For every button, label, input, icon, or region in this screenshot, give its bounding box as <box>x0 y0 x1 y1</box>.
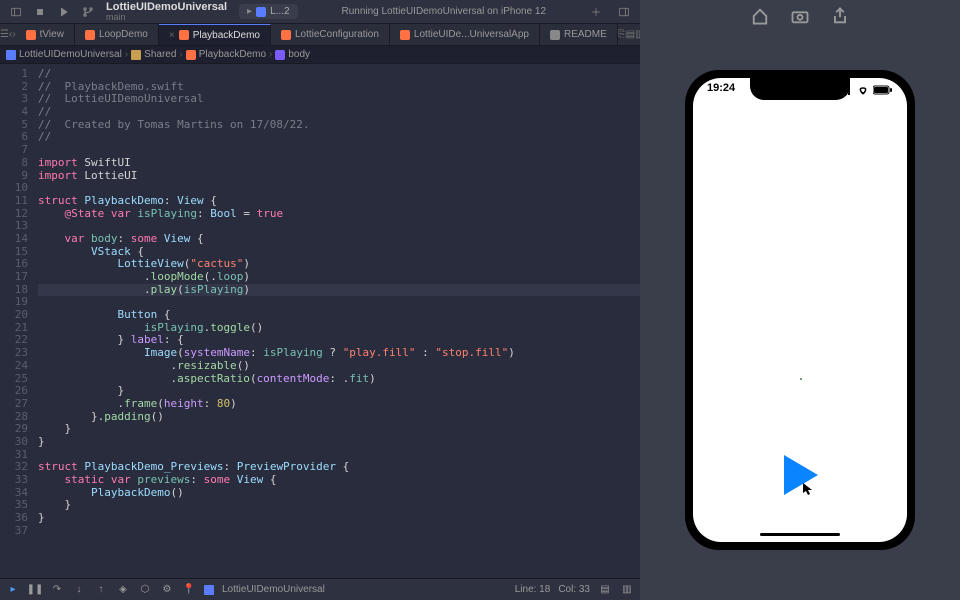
code-line[interactable] <box>38 525 640 538</box>
project-icon <box>6 50 16 60</box>
close-tab-icon[interactable]: × <box>169 30 175 41</box>
tab-label: PlaybackDemo <box>193 30 260 41</box>
branch-name: main <box>106 13 227 22</box>
sidebar-collapse-icon[interactable]: ☰ <box>0 24 9 45</box>
tab-label: LottieUIDe...UniversalApp <box>414 29 529 40</box>
simulator-controls <box>640 6 960 26</box>
debug-bar: ▸ ❚❚ ↷ ↓ ↑ ◈ ⬡ ⚙ 📍 LottieUIDemoUniversal… <box>0 578 640 600</box>
breadcrumb-part[interactable]: PlaybackDemo <box>199 49 266 60</box>
swift-file-icon <box>179 30 189 40</box>
location-icon[interactable]: 📍 <box>182 583 196 597</box>
screenshot-icon[interactable] <box>790 6 810 26</box>
debug-view-icon[interactable]: ◈ <box>116 583 130 597</box>
step-out-icon[interactable]: ↑ <box>94 583 108 597</box>
tab-playbackdemo[interactable]: × PlaybackDemo <box>159 24 271 45</box>
line-gutter: 1234567891011121314151617181920212223242… <box>0 64 34 578</box>
breadcrumb[interactable]: LottieUIDemoUniversal › Shared › Playbac… <box>0 46 640 64</box>
code-line[interactable]: } <box>38 512 640 525</box>
run-button[interactable] <box>54 2 74 22</box>
tab-bar: ☰ ‹ › tViewLoopDemo×PlaybackDemoLottieCo… <box>0 24 640 46</box>
code-content[interactable]: //// PlaybackDemo.swift// LottieUIDemoUn… <box>34 64 640 578</box>
step-into-icon[interactable]: ↓ <box>72 583 86 597</box>
iphone-notch <box>750 78 850 100</box>
filter-icon[interactable]: ▤ <box>598 583 612 597</box>
swift-file-icon <box>400 30 410 40</box>
scheme-label: L...2 <box>270 6 289 17</box>
branch-icon[interactable] <box>78 2 98 22</box>
status-time: 19:24 <box>707 82 735 98</box>
tab-label: README <box>564 29 607 40</box>
code-line[interactable]: // Created by Tomas Martins on 17/08/22. <box>38 119 640 132</box>
stop-button[interactable] <box>30 2 50 22</box>
hide-debug-icon[interactable]: ▸ <box>6 583 20 597</box>
code-line[interactable]: }.padding() <box>38 411 640 424</box>
home-indicator[interactable] <box>760 533 840 536</box>
tab-lottieconfiguration[interactable]: LottieConfiguration <box>271 24 390 45</box>
project-name: LottieUIDemoUniversal <box>106 2 227 13</box>
tab-label: LoopDemo <box>99 29 148 40</box>
share-icon[interactable] <box>830 6 850 26</box>
tab-label: tView <box>40 29 64 40</box>
scheme-selector[interactable]: ▸ L...2 <box>239 4 298 19</box>
breadcrumb-part[interactable]: LottieUIDemoUniversal <box>19 49 122 60</box>
tab-lottieuide-universalapp[interactable]: LottieUIDe...UniversalApp <box>390 24 540 45</box>
toolbar: LottieUIDemoUniversal main ▸ L...2 Runni… <box>0 0 640 24</box>
code-line[interactable]: Image(systemName: isPlaying ? "play.fill… <box>38 347 640 360</box>
debug-target: LottieUIDemoUniversal <box>222 584 325 595</box>
breadcrumb-part[interactable]: Shared <box>144 49 176 60</box>
console-toggle-icon[interactable]: ▥ <box>620 583 634 597</box>
cursor-icon <box>803 482 811 492</box>
code-line[interactable]: PlaybackDemo() <box>38 487 640 500</box>
code-line[interactable]: // LottieUIDemoUniversal <box>38 93 640 106</box>
cursor-line: Line: 18 <box>515 584 551 595</box>
code-line[interactable]: .play(isPlaying) <box>38 284 640 297</box>
swift-file-icon <box>26 30 36 40</box>
project-title: LottieUIDemoUniversal main <box>106 2 227 22</box>
memory-graph-icon[interactable]: ⬡ <box>138 583 152 597</box>
code-line[interactable]: .resizable() <box>38 360 640 373</box>
code-line[interactable]: } <box>38 436 640 449</box>
swift-file-icon <box>186 50 196 60</box>
swift-file-icon <box>281 30 291 40</box>
simulator-pane: 19:24 <box>640 0 960 600</box>
markdown-file-icon <box>550 30 560 40</box>
code-line[interactable]: } <box>38 423 640 436</box>
folder-icon <box>131 50 141 60</box>
cursor-col: Col: 33 <box>558 584 590 595</box>
tab-label: LottieConfiguration <box>295 29 379 40</box>
lottie-animation-view <box>800 378 802 380</box>
tab-tview[interactable]: tView <box>16 24 75 45</box>
home-icon[interactable] <box>750 6 770 26</box>
wifi-icon <box>856 85 870 95</box>
env-override-icon[interactable]: ⚙ <box>160 583 174 597</box>
tab-readme[interactable]: README <box>540 24 618 45</box>
app-icon <box>204 585 214 595</box>
play-button[interactable] <box>778 453 822 502</box>
tab-loopdemo[interactable]: LoopDemo <box>75 24 159 45</box>
pause-debug-icon[interactable]: ❚❚ <box>28 583 42 597</box>
battery-icon <box>873 85 893 95</box>
code-line[interactable]: import LottieUI <box>38 170 640 183</box>
code-line[interactable]: @State var isPlaying: Bool = true <box>38 208 640 221</box>
code-line[interactable]: // <box>38 131 640 144</box>
status-text: Running LottieUIDemoUniversal on iPhone … <box>304 6 584 17</box>
iphone-screen[interactable]: 19:24 <box>693 78 907 542</box>
swift-file-icon <box>85 30 95 40</box>
adjust-editor-icon[interactable]: ▤ <box>626 24 635 45</box>
sidebar-toggle-icon[interactable] <box>6 2 26 22</box>
property-icon <box>275 50 285 60</box>
code-line[interactable]: .aspectRatio(contentMode: .fit) <box>38 373 640 386</box>
code-line[interactable]: } <box>38 499 640 512</box>
code-editor[interactable]: 1234567891011121314151617181920212223242… <box>0 64 640 578</box>
iphone-frame: 19:24 <box>685 70 915 550</box>
add-button[interactable] <box>586 2 606 22</box>
code-line[interactable]: .loopMode(.loop) <box>38 271 640 284</box>
related-items-icon[interactable]: ⎘ <box>618 24 626 45</box>
breadcrumb-part[interactable]: body <box>288 49 310 60</box>
editor-pane: LottieUIDemoUniversal main ▸ L...2 Runni… <box>0 0 640 600</box>
library-button[interactable] <box>614 2 634 22</box>
step-over-icon[interactable]: ↷ <box>50 583 64 597</box>
code-line[interactable]: Button { <box>38 309 640 322</box>
